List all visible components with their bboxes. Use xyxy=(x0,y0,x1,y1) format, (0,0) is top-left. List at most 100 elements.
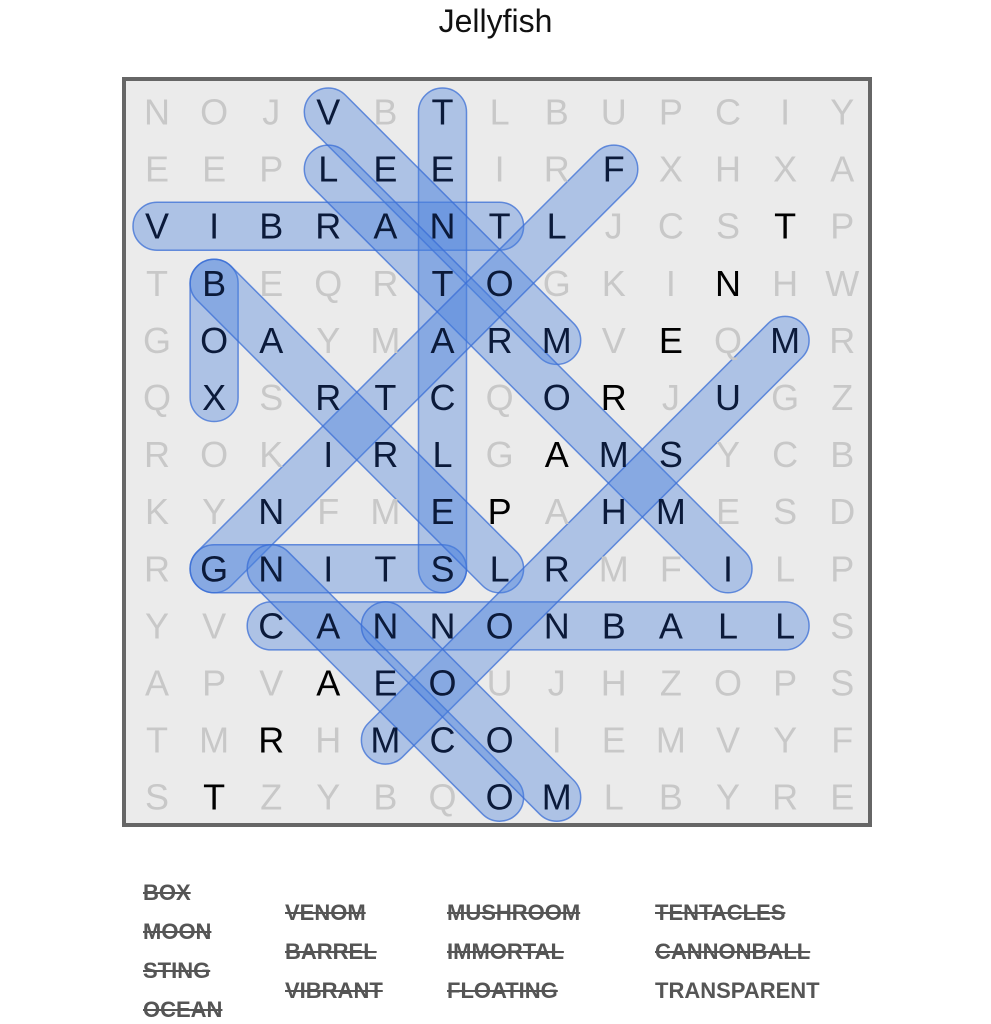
grid-cell[interactable]: Q xyxy=(143,377,171,418)
grid-cell[interactable]: O xyxy=(486,605,514,646)
grid-cell[interactable]: Y xyxy=(773,720,797,761)
grid-cell[interactable]: L xyxy=(318,149,338,190)
grid-cell[interactable]: A xyxy=(545,491,569,532)
grid-cell[interactable]: R xyxy=(144,434,170,475)
grid-cell[interactable]: X xyxy=(773,149,797,190)
grid-cell[interactable]: H xyxy=(715,149,741,190)
grid-canvas[interactable]: N O J V B T L B U P C I YE E P L E E I R F X H X AV I B R A N T L J C S T PT… xyxy=(126,81,868,823)
grid-cell[interactable]: W xyxy=(825,263,859,304)
grid-cell[interactable]: M xyxy=(370,720,400,761)
grid-cell[interactable]: C xyxy=(715,92,741,133)
grid-cell[interactable]: I xyxy=(323,548,333,589)
grid-cell[interactable]: B xyxy=(259,206,283,247)
grid-cell[interactable]: G xyxy=(143,320,171,361)
grid-cell[interactable]: T xyxy=(374,377,396,418)
grid-cell[interactable]: B xyxy=(202,263,226,304)
grid-cell[interactable]: A xyxy=(430,320,454,361)
grid-cell[interactable]: C xyxy=(258,605,284,646)
grid-cell[interactable]: R xyxy=(601,377,627,418)
grid-cell[interactable]: D xyxy=(829,491,855,532)
grid-cell[interactable]: M xyxy=(599,548,629,589)
grid-cell[interactable]: I xyxy=(666,263,676,304)
grid-cell[interactable]: K xyxy=(259,434,283,475)
grid-cell[interactable]: E xyxy=(659,320,683,361)
grid-cell[interactable]: H xyxy=(601,663,627,704)
grid-cell[interactable]: I xyxy=(209,206,219,247)
grid-cell[interactable]: L xyxy=(432,434,452,475)
grid-cell[interactable]: C xyxy=(430,377,456,418)
grid-cell[interactable]: I xyxy=(323,434,333,475)
grid-cell[interactable]: V xyxy=(259,663,283,704)
grid-cell[interactable]: O xyxy=(543,377,571,418)
grid-cell[interactable]: H xyxy=(315,720,341,761)
grid-cell[interactable]: R xyxy=(144,548,170,589)
grid-cell[interactable]: I xyxy=(495,149,505,190)
grid-cell[interactable]: M xyxy=(656,720,686,761)
grid-cell[interactable]: E xyxy=(830,777,854,818)
grid-cell[interactable]: Y xyxy=(316,320,340,361)
grid-cell[interactable]: T xyxy=(489,206,511,247)
grid-cell[interactable]: N xyxy=(258,548,284,589)
grid-cell[interactable]: E xyxy=(716,491,740,532)
grid-cell[interactable]: X xyxy=(202,377,226,418)
grid-cell[interactable]: M xyxy=(370,320,400,361)
grid-cell[interactable]: N xyxy=(258,491,284,532)
grid-cell[interactable]: N xyxy=(430,605,456,646)
grid-cell[interactable]: J xyxy=(262,92,280,133)
grid-cell[interactable]: F xyxy=(831,720,853,761)
grid-cell[interactable]: O xyxy=(486,720,514,761)
grid-cell[interactable]: E xyxy=(602,720,626,761)
grid-cell[interactable]: A xyxy=(373,206,397,247)
grid-cell[interactable]: G xyxy=(200,548,228,589)
grid-cell[interactable]: S xyxy=(716,206,740,247)
grid-cell[interactable]: T xyxy=(146,263,168,304)
grid-cell[interactable]: G xyxy=(486,434,514,475)
grid-cell[interactable]: Q xyxy=(714,320,742,361)
grid-cell[interactable]: Q xyxy=(428,777,456,818)
grid-cell[interactable]: V xyxy=(716,720,740,761)
grid-cell[interactable]: S xyxy=(830,605,854,646)
grid-cell[interactable]: A xyxy=(545,434,569,475)
grid-cell[interactable]: A xyxy=(830,149,854,190)
grid-cell[interactable]: I xyxy=(723,548,733,589)
grid-cell[interactable]: O xyxy=(200,434,228,475)
grid-cell[interactable]: V xyxy=(202,605,226,646)
grid-cell[interactable]: U xyxy=(601,92,627,133)
grid-cell[interactable]: N xyxy=(372,605,398,646)
grid-cell[interactable]: S xyxy=(659,434,683,475)
grid-cell[interactable]: Q xyxy=(314,263,342,304)
grid-cell[interactable]: Y xyxy=(830,92,854,133)
grid-cell[interactable]: S xyxy=(145,777,169,818)
grid-cell[interactable]: P xyxy=(659,92,683,133)
grid-cell[interactable]: T xyxy=(432,92,454,133)
grid-cell[interactable]: E xyxy=(145,149,169,190)
word-search-grid[interactable]: NOJVBTLBUPCIYEEPLEEIRFXHXAVIBRANTLJCSTPT… xyxy=(122,77,872,827)
grid-cell[interactable]: M xyxy=(599,434,629,475)
grid-cell[interactable]: P xyxy=(259,149,283,190)
grid-cell[interactable]: P xyxy=(202,663,226,704)
grid-cell[interactable]: S xyxy=(830,663,854,704)
grid-cell[interactable]: T xyxy=(374,548,396,589)
grid-cell[interactable]: O xyxy=(200,320,228,361)
grid-cell[interactable]: H xyxy=(772,263,798,304)
grid-cell[interactable]: E xyxy=(430,491,454,532)
grid-cell[interactable]: T xyxy=(432,263,454,304)
grid-cell[interactable]: R xyxy=(258,720,284,761)
grid-cell[interactable]: O xyxy=(486,263,514,304)
grid-cell[interactable]: B xyxy=(545,92,569,133)
grid-cell[interactable]: N xyxy=(144,92,170,133)
grid-cell[interactable]: M xyxy=(656,491,686,532)
grid-cell[interactable]: M xyxy=(199,720,229,761)
grid-cell[interactable]: L xyxy=(604,777,624,818)
grid-cell[interactable]: G xyxy=(771,377,799,418)
grid-cell[interactable]: H xyxy=(601,491,627,532)
grid-cell[interactable]: R xyxy=(315,206,341,247)
grid-cell[interactable]: F xyxy=(603,149,625,190)
grid-cell[interactable]: O xyxy=(200,92,228,133)
grid-cell[interactable]: R xyxy=(829,320,855,361)
grid-cell[interactable]: R xyxy=(544,149,570,190)
grid-cell[interactable]: M xyxy=(370,491,400,532)
grid-cell[interactable]: E xyxy=(202,149,226,190)
grid-cell[interactable]: C xyxy=(430,720,456,761)
grid-cell[interactable]: F xyxy=(660,548,682,589)
